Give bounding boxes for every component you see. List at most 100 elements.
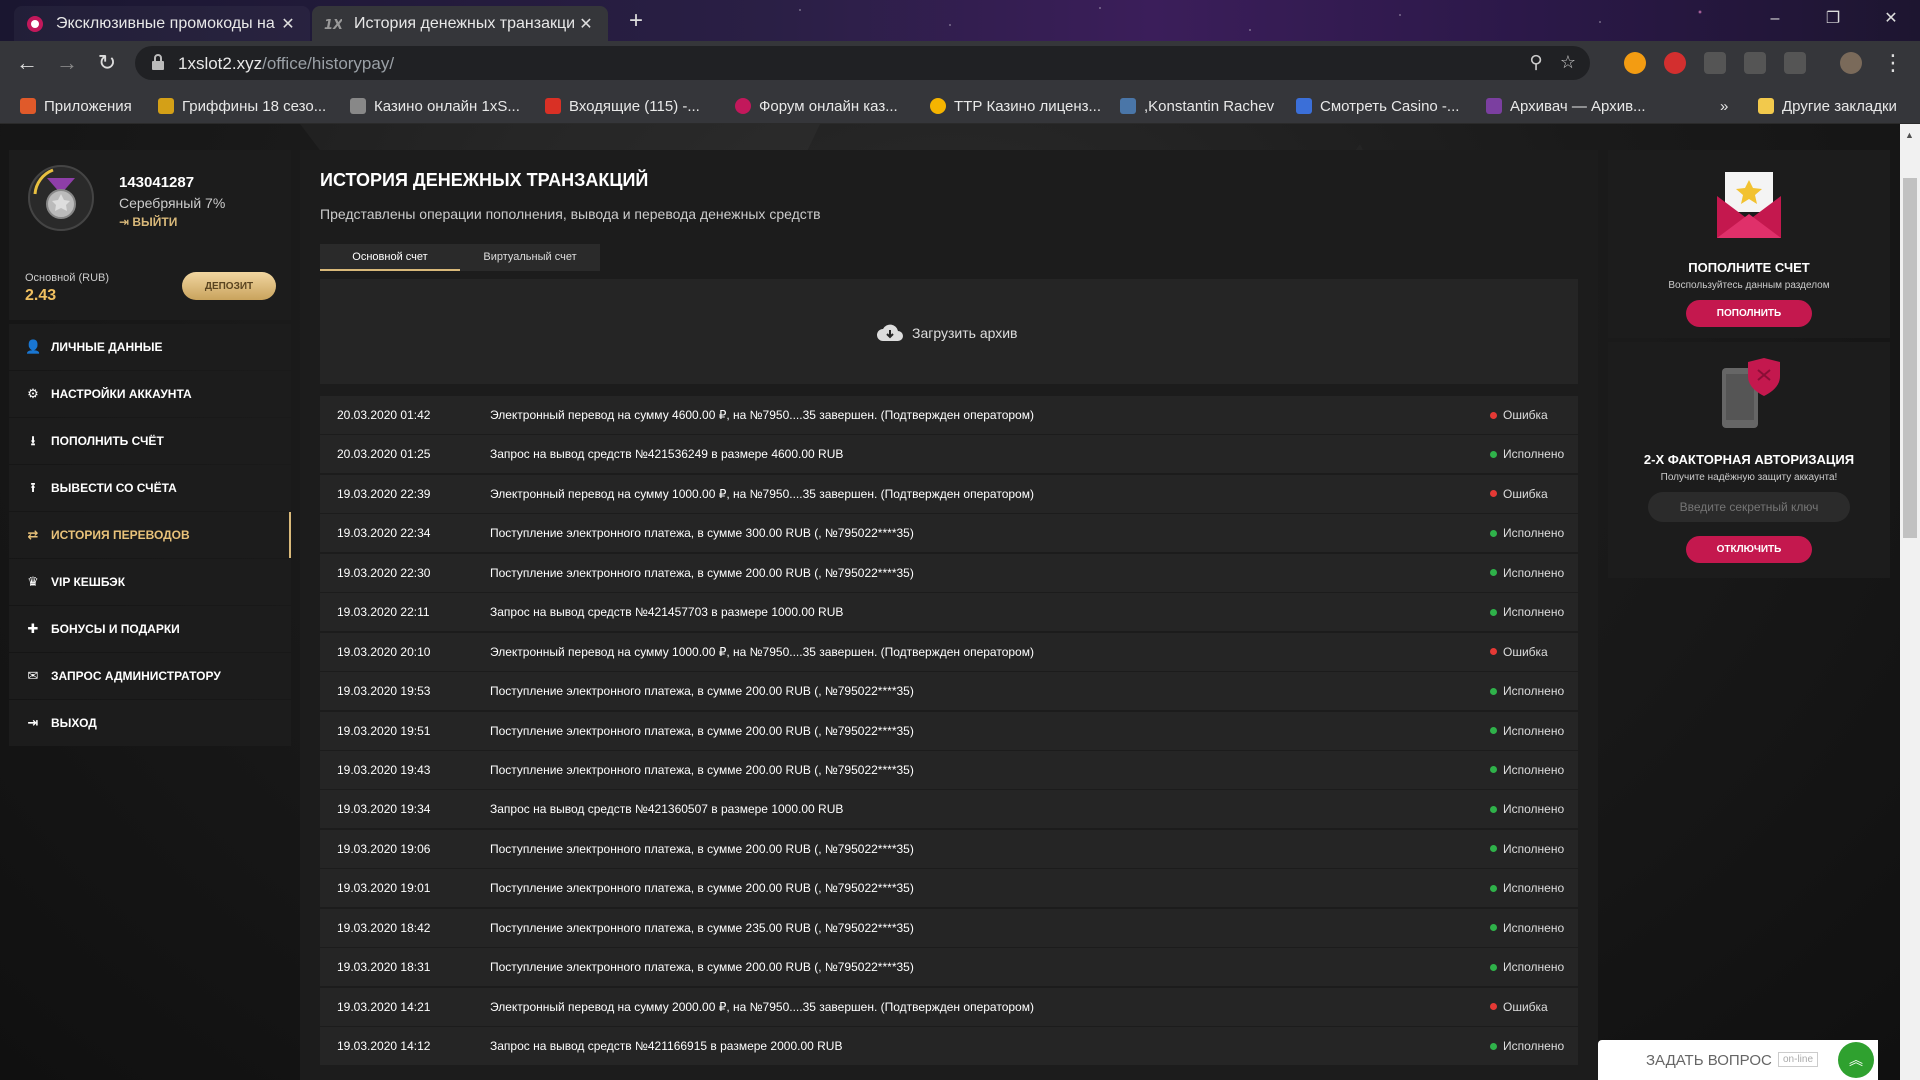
transaction-date: 19.03.2020 22:11 [337,605,430,620]
extension-icon[interactable] [1784,52,1806,74]
transaction-date: 19.03.2020 19:51 [337,723,431,738]
menu-item-account-settings[interactable]: ⚙ НАСТРОЙКИ АККАУНТА [9,371,291,417]
phone-shield-icon [1722,358,1780,428]
deposit-button[interactable]: ДЕПОЗИТ [182,272,276,300]
browser-tab-bar: Эксклюзивные промокоды на « ✕ 1X История… [0,0,1920,41]
minimize-button[interactable]: – [1747,0,1803,40]
status-badge: Исполнено [1490,566,1564,580]
forward-icon[interactable]: → [52,49,82,79]
balance-value: 2.43 [25,287,57,304]
player-extension-icon[interactable] [1624,52,1646,74]
forum-icon [735,98,751,114]
status-dot-icon [1490,963,1497,971]
logout-icon: ⇥ [119,215,133,229]
transaction-history-panel: ИСТОРИЯ ДЕНЕЖНЫХ ТРАНЗАКЦИЙ Представлены… [300,150,1598,1080]
status-dot-icon [1490,411,1497,419]
scroll-up-icon[interactable]: ▲ [1905,130,1914,140]
menu-item-admin-request[interactable]: ✉ ЗАПРОС АДМИНИСТРАТОРУ [9,653,291,699]
two-factor-widget: 2-Х ФАКТОРНАЯ АВТОРИЗАЦИЯ Получите надёж… [1608,342,1890,578]
table-row: 19.03.2020 19:43 Поступление электронного… [320,750,1578,789]
page-scrollbar[interactable]: ▲ [1900,124,1920,1080]
menu-kebab-icon[interactable]: ⋮ [1878,49,1908,79]
zoom-icon[interactable]: ⚲ [1525,52,1547,74]
bookmark-archivach[interactable]: Архивач — Архив... [1486,95,1646,117]
adblock-extension-icon[interactable] [1664,52,1686,74]
table-row: 20.03.2020 01:42 Электронный перевод на с… [320,396,1578,434]
status-badge: Исполнено [1490,447,1564,461]
secret-key-input[interactable] [1648,492,1850,522]
twofa-title: 2-Х ФАКТОРНАЯ АВТОРИЗАЦИЯ [1643,452,1855,467]
logout-link[interactable]: ⇥ ВЫЙТИ [119,215,177,229]
menu-item-withdraw[interactable]: ⭱ ВЫВЕСТИ СО СЧЁТА [9,465,291,511]
bookmark-star-icon[interactable]: ☆ [1557,52,1579,74]
transaction-description: Поступление электронного платежа, в сумм… [490,960,914,975]
bookmark-gmail[interactable]: Входящие (115) -... [545,95,700,117]
envelope-star-icon [1717,172,1781,238]
download-icon: ⭳ [30,433,36,448]
table-row: 19.03.2020 19:51 Поступление электронного… [320,711,1578,750]
other-bookmarks[interactable]: Другие закладки [1758,95,1897,117]
transaction-description: Поступление электронного платежа, в сумм… [490,762,914,777]
restore-button[interactable]: ❐ [1805,0,1861,40]
transaction-date: 19.03.2020 19:06 [337,841,431,856]
topup-button[interactable]: ПОПОЛНИТЬ [1686,300,1812,327]
back-icon[interactable]: ← [12,49,42,79]
transaction-description: Электронный перевод на сумму 2000.00 ₽, … [490,999,1034,1014]
menu-item-vip-cashback[interactable]: ♛ VIP КЕШБЭК [9,559,291,605]
extension-icon[interactable] [1744,52,1766,74]
status-dot-icon [1490,450,1497,458]
transaction-description: Электронный перевод на сумму 1000.00 ₽, … [490,486,1034,501]
status-badge: Исполнено [1490,802,1564,816]
table-row: 19.03.2020 19:34 Запрос на вывод средств … [320,790,1578,829]
tab-virtual-account[interactable]: Виртуальный счет [460,244,600,271]
cloud-download-icon [877,324,903,341]
download-archive-button[interactable]: Загрузить архив [876,323,1018,343]
transaction-date: 19.03.2020 20:10 [337,644,431,659]
disable-2fa-button[interactable]: ОТКЛЮЧИТЬ [1686,536,1812,563]
menu-item-transfer-history[interactable]: ⇄ ИСТОРИЯ ПЕРЕВОДОВ [9,512,291,558]
tab-main-account[interactable]: Основной счет [320,244,460,271]
bookmark-forum[interactable]: Форум онлайн каз... [735,95,898,117]
table-row: 19.03.2020 22:39 Электронный перевод на с… [320,474,1578,513]
bookmark-vk[interactable]: ,Konstantin Rachev [1120,95,1274,117]
menu-item-personal-data[interactable]: 👤 ЛИЧНЫЕ ДАННЫЕ [9,324,291,370]
gmail-icon [545,98,561,114]
transaction-description: Электронный перевод на сумму 1000.00 ₽, … [490,644,1034,659]
menu-item-exit[interactable]: ⇥ ВЫХОД [9,700,291,746]
account-tabs: Основной счет Виртуальный счет [320,244,600,271]
profile-card: 143041287 Серебряный 7% ⇥ ВЫЙТИ Основной… [9,150,291,320]
status-dot-icon [1490,845,1497,853]
bookmark-apps[interactable]: Приложения [20,95,132,117]
archive-icon [1486,98,1502,114]
browser-tab-promocodes[interactable]: Эксклюзивные промокоды на « ✕ [14,6,310,41]
bookmark-ttr[interactable]: ТТР Казино лиценз... [930,95,1101,117]
support-chat-widget[interactable]: ЗАДАТЬ ВОПРОС on-line ︽ [1598,1040,1878,1080]
bookmark-casino-1xs[interactable]: Казино онлайн 1xS... [350,95,520,117]
browser-tab-history[interactable]: 1X История денежных транзакций ✕ [312,6,608,41]
bookmarks-more-button[interactable]: » [1720,95,1728,117]
extension-icon[interactable] [1704,52,1726,74]
archive-section: Загрузить архив [320,279,1578,384]
url-text[interactable]: 1xslot2.xyz/office/historypay/ [178,54,394,74]
profile-avatar-icon[interactable] [1840,52,1862,74]
reload-icon[interactable]: ↻ [92,49,122,79]
table-row: 19.03.2020 18:42 Поступление электронного… [320,908,1578,947]
address-bar[interactable]: 1xslot2.xyz/office/historypay/ ⚲ ☆ [135,46,1590,80]
transaction-date: 19.03.2020 19:01 [337,881,431,896]
tab-close-icon[interactable]: ✕ [278,14,298,34]
tab-title: История денежных транзакций [354,14,576,32]
status-badge: Ошибка [1490,1000,1548,1014]
chevron-up-icon[interactable]: ︽ [1838,1042,1874,1078]
bookmark-casino-watch[interactable]: Смотреть Casino -... [1296,95,1459,117]
new-tab-button[interactable]: + [620,8,652,36]
topup-subtitle: Воспользуйтесь данным разделом [1668,280,1830,291]
upload-icon: ⭱ [30,480,36,495]
menu-item-deposit[interactable]: ⭳ ПОПОЛНИТЬ СЧЁТ [9,418,291,464]
scrollbar-thumb[interactable] [1903,178,1917,538]
status-badge: Ошибка [1490,408,1548,422]
close-window-button[interactable]: ✕ [1863,0,1919,40]
tab-close-icon[interactable]: ✕ [576,14,596,34]
menu-item-bonuses[interactable]: ✚ БОНУСЫ И ПОДАРКИ [9,606,291,652]
star-icon [1296,98,1312,114]
bookmark-griffins[interactable]: Гриффины 18 сезо... [158,95,326,117]
